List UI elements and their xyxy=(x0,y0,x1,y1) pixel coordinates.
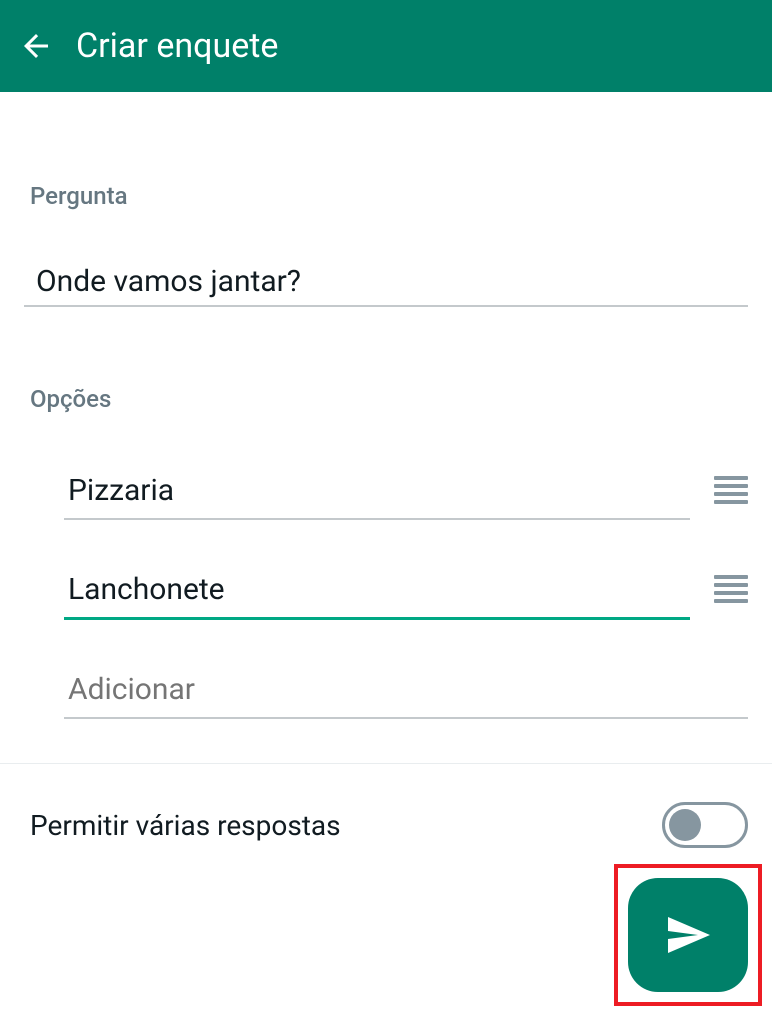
multiple-answers-toggle[interactable] xyxy=(662,802,748,848)
add-option-row xyxy=(24,666,748,719)
options-section: Opções xyxy=(24,385,748,719)
option-row xyxy=(24,566,748,620)
options-label: Opções xyxy=(24,385,748,413)
drag-handle-icon[interactable] xyxy=(714,476,748,504)
drag-handle-icon[interactable] xyxy=(714,575,748,603)
send-button[interactable] xyxy=(628,878,748,992)
option-row xyxy=(24,467,748,520)
add-option-input[interactable] xyxy=(64,666,748,719)
back-button[interactable] xyxy=(18,28,54,64)
content-area: Pergunta Opções xyxy=(0,92,772,719)
option-input-2[interactable] xyxy=(64,566,690,620)
arrow-left-icon xyxy=(18,28,54,64)
question-input[interactable] xyxy=(24,258,748,307)
multiple-answers-label: Permitir várias respostas xyxy=(30,809,341,842)
send-icon xyxy=(664,911,712,959)
option-input-1[interactable] xyxy=(64,467,690,520)
question-label: Pergunta xyxy=(24,182,748,210)
send-button-highlight xyxy=(614,864,762,1006)
app-header: Criar enquete xyxy=(0,0,772,92)
toggle-knob xyxy=(669,809,701,841)
multiple-answers-setting: Permitir várias respostas xyxy=(0,764,772,848)
page-title: Criar enquete xyxy=(76,26,278,66)
